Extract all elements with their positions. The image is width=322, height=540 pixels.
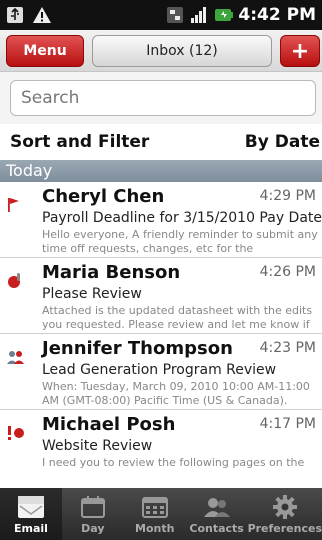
bottom-tab-bar: Email Day Month Contacts Preferences [0,488,322,540]
urgent-icon [6,424,24,442]
attachment-icon [6,272,24,290]
sort-value[interactable]: By Date [245,132,320,152]
message-sender: Cheryl Chen [42,186,165,207]
meeting-icon [6,348,24,366]
contacts-icon [202,494,232,520]
good-email-icon [16,494,46,520]
inbox-folder-button[interactable]: Inbox (12) [92,35,272,67]
search-bar [0,72,322,124]
message-sender: Maria Benson [42,262,181,283]
sync-icon [166,6,184,24]
message-time: 4:17 PM [259,416,316,432]
calendar-day-icon [78,494,108,520]
warning-icon [32,6,51,24]
status-time: 4:42 PM [238,5,316,25]
message-time: 4:23 PM [259,340,316,356]
message-list: Cheryl Chen 4:29 PM Payroll Deadline for… [0,182,322,488]
message-subject: Lead Generation Program Review [42,362,277,378]
message-subject: Please Review [42,286,142,302]
battery-icon [214,6,234,24]
message-preview: I need you to review the following pages… [42,456,305,469]
search-input[interactable] [10,80,316,116]
calendar-month-icon [140,494,170,520]
message-subject: Payroll Deadline for 3/15/2010 Pay Date [42,210,322,226]
sort-filter-row[interactable]: Sort and Filter By Date [0,124,322,160]
top-bar: Menu Inbox (12) + [0,30,322,72]
tab-email[interactable]: Email [0,488,62,540]
gear-icon [270,494,300,520]
message-subject: Website Review [42,438,153,454]
message-sender: Michael Posh [42,414,176,435]
tab-contacts[interactable]: Contacts [186,488,248,540]
flag-icon [6,196,24,214]
sort-filter-label: Sort and Filter [10,132,150,152]
tab-preferences[interactable]: Preferences [248,488,322,540]
status-bar: 4:42 PM [0,0,322,30]
message-sender: Jennifer Thompson [42,338,233,359]
tab-month[interactable]: Month [124,488,186,540]
message-time: 4:29 PM [259,188,316,204]
message-item[interactable]: Cheryl Chen 4:29 PM Payroll Deadline for… [0,182,322,269]
tab-day[interactable]: Day [62,488,124,540]
menu-button[interactable]: Menu [6,35,84,67]
message-item[interactable]: Michael Posh 4:17 PM Website Review I ne… [0,410,322,486]
message-item[interactable]: Jennifer Thompson 4:23 PM Lead Generatio… [0,334,322,421]
usb-icon [6,6,24,24]
section-header-today: Today [0,160,322,182]
message-item[interactable]: Maria Benson 4:26 PM Please Review Attac… [0,258,322,345]
message-time: 4:26 PM [259,264,316,280]
compose-button[interactable]: + [280,35,320,67]
signal-icon [190,6,208,24]
